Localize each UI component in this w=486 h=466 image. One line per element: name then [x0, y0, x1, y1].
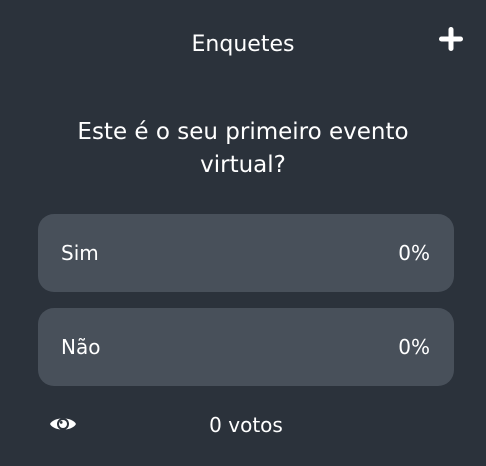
poll-option-nao[interactable]: Não 0% [38, 308, 454, 386]
poll-footer: 0 votos [0, 400, 486, 450]
poll-option-label: Sim [61, 241, 99, 265]
panel-title: Enquetes [191, 32, 295, 57]
polls-header: Enquetes [0, 0, 486, 90]
add-poll-button[interactable] [434, 22, 468, 56]
vote-count: 0 votos [209, 413, 283, 437]
poll-option-percent: 0% [398, 241, 430, 265]
poll-question: Este é o seu primeiro evento virtual? [77, 119, 409, 178]
poll-option-sim[interactable]: Sim 0% [38, 214, 454, 292]
poll-option-label: Não [61, 335, 101, 359]
poll-option-percent: 0% [398, 335, 430, 359]
plus-icon [439, 27, 463, 51]
